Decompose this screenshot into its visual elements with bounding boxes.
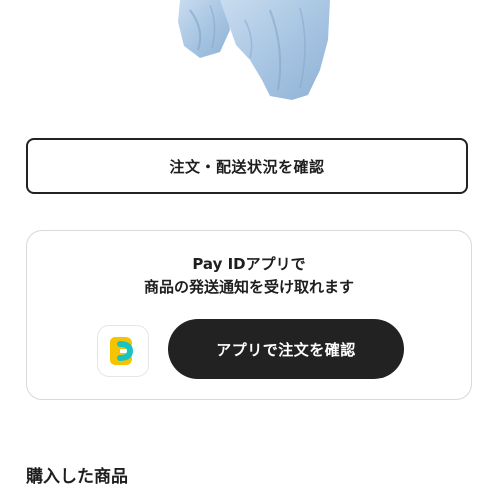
shirt-photo-icon xyxy=(178,0,330,100)
pay-id-logo-icon xyxy=(110,337,134,365)
order-shipping-status-label: 注文・配送状況を確認 xyxy=(169,157,325,176)
promo-message: Pay IDアプリで 商品の発送通知を受け取れます xyxy=(27,253,471,299)
pay-id-app-promo-card: Pay IDアプリで 商品の発送通知を受け取れます アプリで注文を確認 xyxy=(26,230,472,400)
promo-line-1: Pay IDアプリで xyxy=(192,255,306,273)
purchased-items-heading: 購入した商品 xyxy=(26,467,128,487)
open-app-confirm-order-button[interactable]: アプリで注文を確認 xyxy=(168,319,404,379)
order-detail-page: 注文・配送状況を確認 Pay IDアプリで 商品の発送通知を受け取れます アプリ… xyxy=(0,0,500,500)
open-app-button-label: アプリで注文を確認 xyxy=(216,340,356,359)
order-shipping-status-button[interactable]: 注文・配送状況を確認 xyxy=(26,138,468,194)
promo-line-2: 商品の発送通知を受け取れます xyxy=(143,278,354,296)
product-image xyxy=(150,0,350,110)
pay-id-app-icon xyxy=(97,325,149,377)
